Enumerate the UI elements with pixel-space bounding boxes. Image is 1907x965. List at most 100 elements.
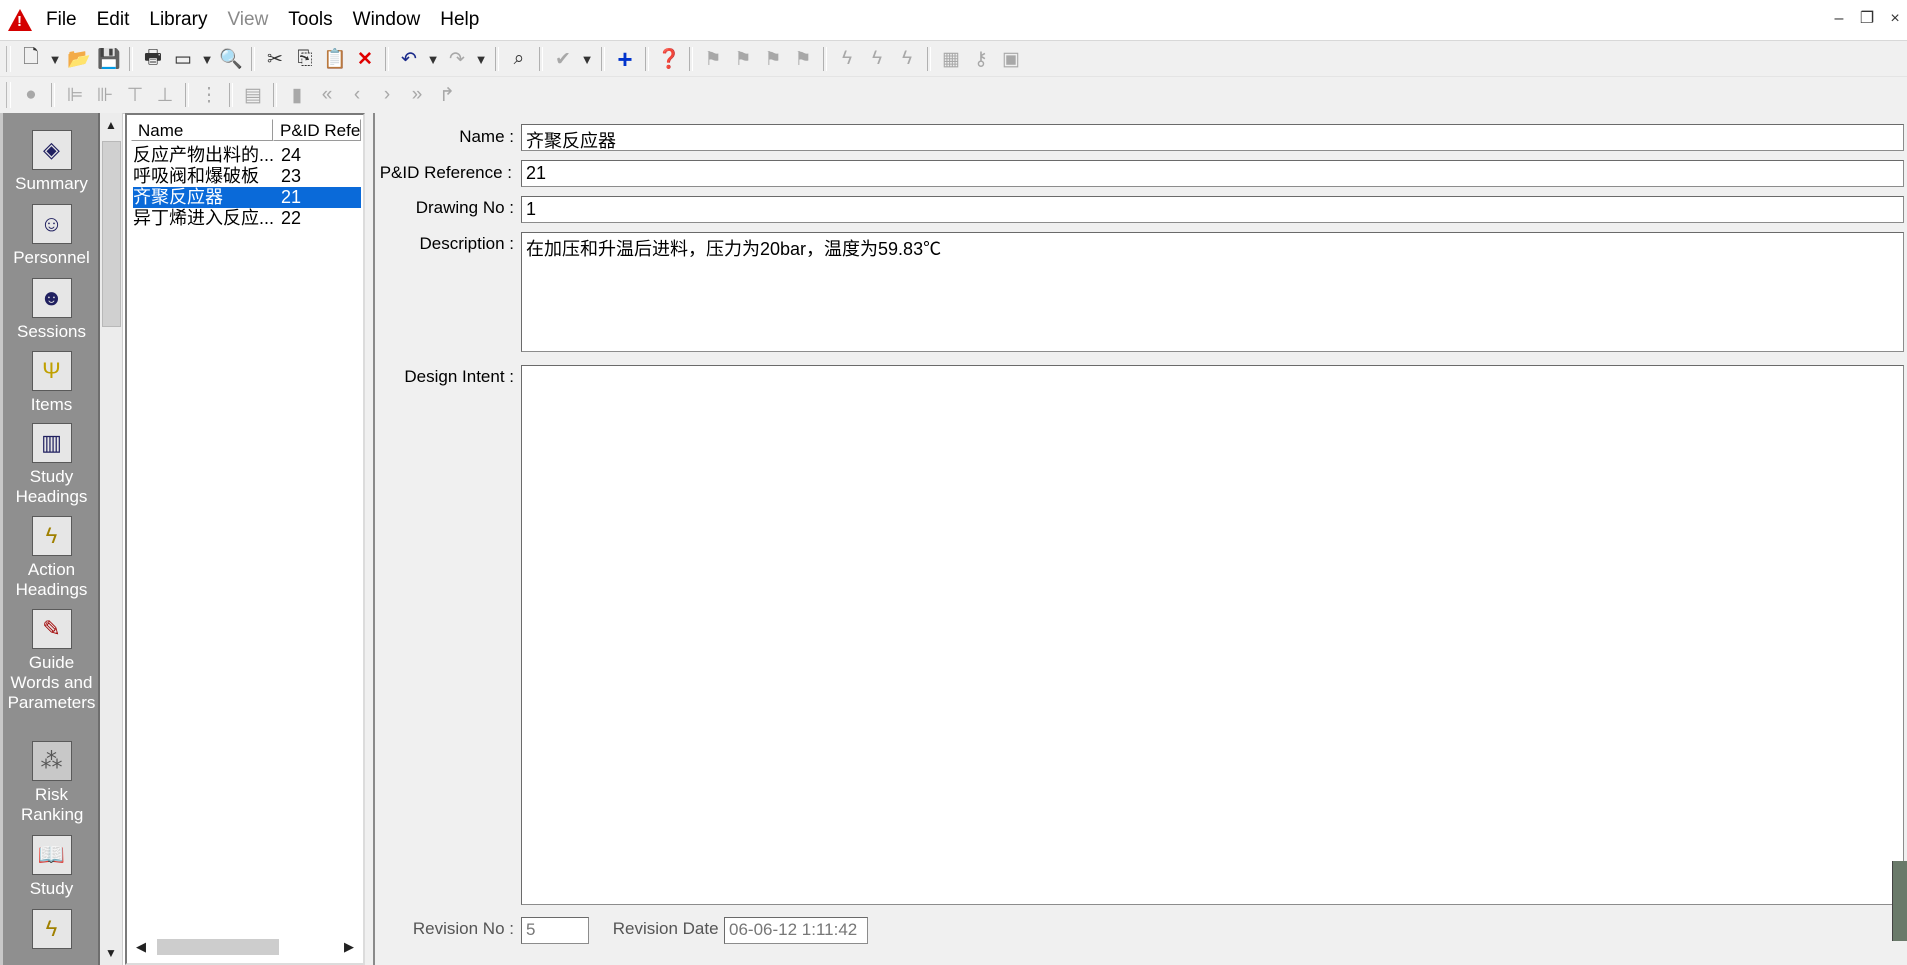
panel-splitter[interactable] — [365, 113, 375, 965]
revision-no-field[interactable]: 5 — [521, 917, 589, 944]
minimize-icon[interactable]: – — [1827, 8, 1851, 30]
new-document-icon[interactable]: 🗋 — [16, 45, 46, 73]
nav-label: Action Headings — [15, 560, 88, 599]
align-top-icon[interactable]: ⊤ — [120, 81, 150, 109]
nav-summary[interactable]: ◈ Summary — [3, 130, 98, 194]
scroll-thumb[interactable] — [157, 939, 279, 955]
column-header-pid[interactable]: P&ID Refer — [273, 119, 361, 141]
scroll-right-icon[interactable]: ▶ — [339, 937, 359, 957]
grid-icon[interactable]: ▦ — [936, 45, 966, 73]
lightning-list-icon[interactable]: ϟ — [892, 45, 922, 73]
menu-library[interactable]: Library — [139, 8, 217, 32]
list-item[interactable]: 反应产物出料的... 24 — [133, 145, 361, 166]
toolbar-grip[interactable] — [6, 82, 11, 108]
column-header-name[interactable]: Name — [131, 119, 273, 141]
next-record-icon[interactable]: › — [372, 81, 402, 109]
toolbar-separator — [645, 47, 649, 71]
new-dropdown-icon[interactable]: ▼ — [46, 45, 64, 73]
align-bottom-icon[interactable]: ⊥ — [150, 81, 180, 109]
goto-icon[interactable]: ↱ — [432, 81, 462, 109]
design-intent-field[interactable] — [521, 365, 1904, 905]
lightning-icon[interactable]: ϟ — [832, 45, 862, 73]
layout-dropdown-icon[interactable]: ▼ — [198, 45, 216, 73]
find-binoculars-icon[interactable]: ⌕ — [504, 45, 534, 73]
undo-icon[interactable]: ↶ — [394, 45, 424, 73]
dotted-grid-icon[interactable]: ⋮ — [194, 81, 224, 109]
restore-icon[interactable]: ❐ — [1855, 8, 1879, 30]
last-record-icon[interactable]: » — [402, 81, 432, 109]
open-folder-icon[interactable]: 📂 — [64, 45, 94, 73]
action-add-icon[interactable]: ⚑ — [728, 45, 758, 73]
action-icon[interactable]: ⚑ — [698, 45, 728, 73]
pid-reference-field[interactable]: 21 — [521, 160, 1904, 187]
item-ref: 22 — [281, 208, 302, 228]
menu-file[interactable]: File — [36, 8, 87, 32]
menu-edit[interactable]: Edit — [87, 8, 140, 32]
list-item[interactable]: 异丁烯进入反应... 22 — [133, 208, 361, 229]
record-icon[interactable]: ● — [16, 81, 46, 109]
nav-label: Guide Words and Parameters — [7, 653, 96, 712]
scroll-down-icon[interactable]: ▼ — [100, 943, 122, 963]
name-field[interactable]: 齐聚反应器 — [521, 124, 1904, 151]
print-preview-icon[interactable]: 🔍 — [216, 45, 246, 73]
menu-tools[interactable]: Tools — [278, 8, 342, 32]
list-horizontal-scrollbar[interactable]: ◀ ▶ — [131, 937, 359, 957]
nav-sessions[interactable]: ☻ Sessions — [3, 278, 98, 342]
lightning-doc-icon[interactable]: ϟ — [862, 45, 892, 73]
cut-icon[interactable]: ✂ — [260, 45, 290, 73]
action-edit-icon[interactable]: ⚑ — [758, 45, 788, 73]
align-right-icon[interactable]: ⊪ — [90, 81, 120, 109]
nav-study[interactable]: 📖 Study — [3, 835, 98, 899]
key-icon[interactable]: ⚷ — [966, 45, 996, 73]
redo-dropdown-icon[interactable]: ▼ — [472, 45, 490, 73]
delete-icon[interactable]: ✕ — [350, 45, 380, 73]
action-remove-icon[interactable]: ⚑ — [788, 45, 818, 73]
spellcheck-icon[interactable]: ✔ — [548, 45, 578, 73]
list-item[interactable]: 呼吸阀和爆破板 23 — [133, 166, 361, 187]
toolbar-separator — [539, 47, 543, 71]
scroll-left-icon[interactable]: ◀ — [131, 937, 151, 957]
nav-risk-ranking[interactable]: ⁂ Risk Ranking — [3, 741, 98, 825]
toolbar-separator — [823, 47, 827, 71]
nav-personnel[interactable]: ☺ Personnel — [3, 204, 98, 268]
record-set-icon[interactable]: ▮ — [282, 81, 312, 109]
first-record-icon[interactable]: « — [312, 81, 342, 109]
nav-study-headings[interactable]: ▥ Study Headings — [3, 423, 98, 507]
menu-view[interactable]: View — [217, 8, 278, 32]
drawing-no-field[interactable]: 1 — [521, 196, 1904, 223]
navbar-scrollbar[interactable]: ▲ ▼ — [100, 113, 123, 965]
revision-date-field[interactable]: 06-06-12 1:11:42 — [724, 917, 868, 944]
menu-window[interactable]: Window — [343, 8, 431, 32]
description-field[interactable]: 在加压和升温后进料，压力为20bar，温度为59.83℃ — [521, 232, 1904, 352]
summary-icon: ◈ — [31, 130, 72, 170]
list-item-selected[interactable]: 齐聚反应器 21 — [133, 187, 361, 208]
nav-guide-words[interactable]: ✎ Guide Words and Parameters — [3, 609, 98, 713]
study-headings-icon: ▥ — [31, 423, 72, 463]
toolbar-separator — [251, 47, 255, 71]
paste-icon[interactable]: 📋 — [320, 45, 350, 73]
copy-icon[interactable]: ⎘ — [290, 45, 320, 73]
undo-dropdown-icon[interactable]: ▼ — [424, 45, 442, 73]
toolbar-grip[interactable] — [6, 46, 11, 72]
panel-icon[interactable]: ▤ — [238, 81, 268, 109]
redo-icon[interactable]: ↷ — [442, 45, 472, 73]
help-context-icon[interactable]: ❓ — [654, 45, 684, 73]
add-icon[interactable]: + — [610, 44, 640, 74]
close-icon[interactable]: × — [1883, 8, 1907, 30]
scroll-thumb[interactable] — [102, 141, 121, 327]
page-layout-icon[interactable]: ▭ — [168, 45, 198, 73]
nav-more[interactable]: ϟ — [3, 909, 98, 953]
calendar-icon[interactable]: ▣ — [996, 45, 1026, 73]
align-left-icon[interactable]: ⊫ — [60, 81, 90, 109]
toolbar-separator — [229, 83, 233, 107]
nav-action-headings[interactable]: ϟ Action Headings — [3, 516, 98, 600]
scroll-up-icon[interactable]: ▲ — [100, 115, 122, 135]
nav-items[interactable]: Ψ Items — [3, 351, 98, 415]
menu-help[interactable]: Help — [430, 8, 489, 32]
print-icon[interactable]: 🖶 — [138, 45, 168, 73]
save-icon[interactable]: 💾 — [94, 45, 124, 73]
spellcheck-dropdown-icon[interactable]: ▼ — [578, 45, 596, 73]
resize-grip[interactable] — [1892, 861, 1907, 941]
previous-record-icon[interactable]: ‹ — [342, 81, 372, 109]
app-warning-icon[interactable] — [8, 9, 32, 31]
